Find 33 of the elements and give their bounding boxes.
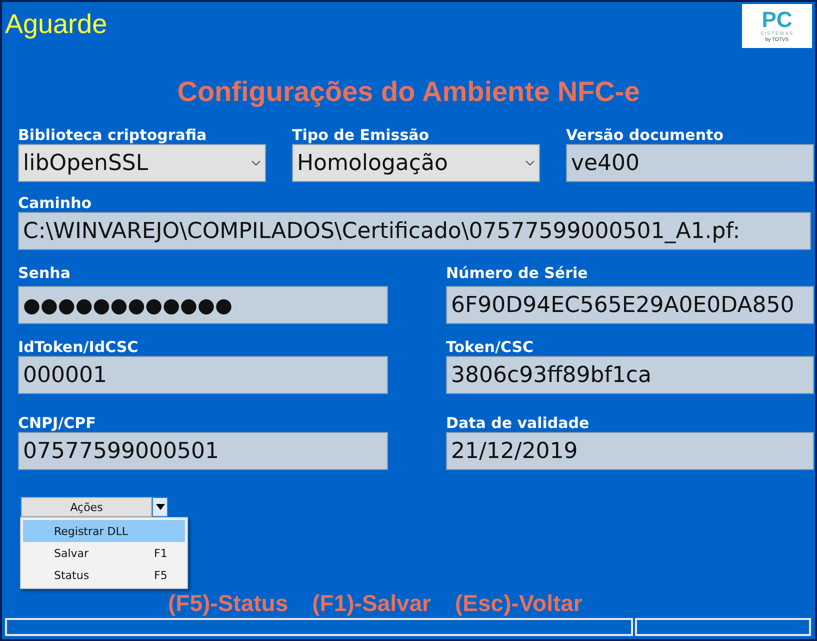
actions-button[interactable]: Ações	[21, 497, 152, 517]
field-label: Caminho	[18, 194, 93, 212]
input-field[interactable]: 6F90D94EC565E29A0E0DA850	[446, 286, 814, 324]
dropdown[interactable]: libOpenSSL	[18, 144, 266, 182]
field-label: Token/CSC	[446, 338, 535, 356]
input-field[interactable]: 21/12/2019	[446, 432, 814, 470]
chevron-icon	[525, 160, 535, 166]
field-label: Versão documento	[566, 126, 725, 144]
caret-icon	[156, 504, 164, 510]
chevron-icon	[251, 160, 261, 166]
page-heading: Configurações do Ambiente NFC-e	[176, 75, 641, 109]
menu-item[interactable]: Status F5	[23, 564, 185, 586]
shortcut-hint: (F5)-Status	[168, 590, 288, 616]
window-title: Aguarde	[5, 8, 108, 41]
field-label: IdToken/IdCSC	[18, 338, 140, 356]
menu-item[interactable]: Registrar DLL	[23, 520, 185, 542]
dropdown-toggle[interactable]	[152, 497, 168, 517]
input-field[interactable]: ve400	[566, 144, 814, 182]
shortcut-hint: (Esc)-Voltar	[455, 590, 582, 616]
input-field[interactable]: ●●●●●●●●●●●●	[18, 286, 388, 324]
menu-item[interactable]: Salvar F1	[23, 542, 185, 564]
field-label: CNPJ/CPF	[18, 414, 97, 432]
field-label: Senha	[18, 264, 72, 284]
field-label: Data de validade	[446, 414, 590, 432]
dropdown[interactable]: Homologação	[292, 144, 540, 182]
input-field[interactable]: 000001	[18, 356, 388, 394]
input-field[interactable]: C:\WINVAREJO\COMPILADOS\Certificado\07577599000501_A1.pf:	[18, 212, 811, 250]
field-label: Tipo de Emissão	[292, 126, 430, 144]
field-label: Número de Série	[446, 264, 589, 284]
input-field[interactable]: 3806c93ff89bf1ca	[446, 356, 814, 394]
input-field[interactable]: 07577599000501	[18, 432, 388, 470]
shortcut-hint: (F1)-Salvar	[312, 590, 431, 616]
field-label: Biblioteca criptografia	[18, 126, 208, 144]
